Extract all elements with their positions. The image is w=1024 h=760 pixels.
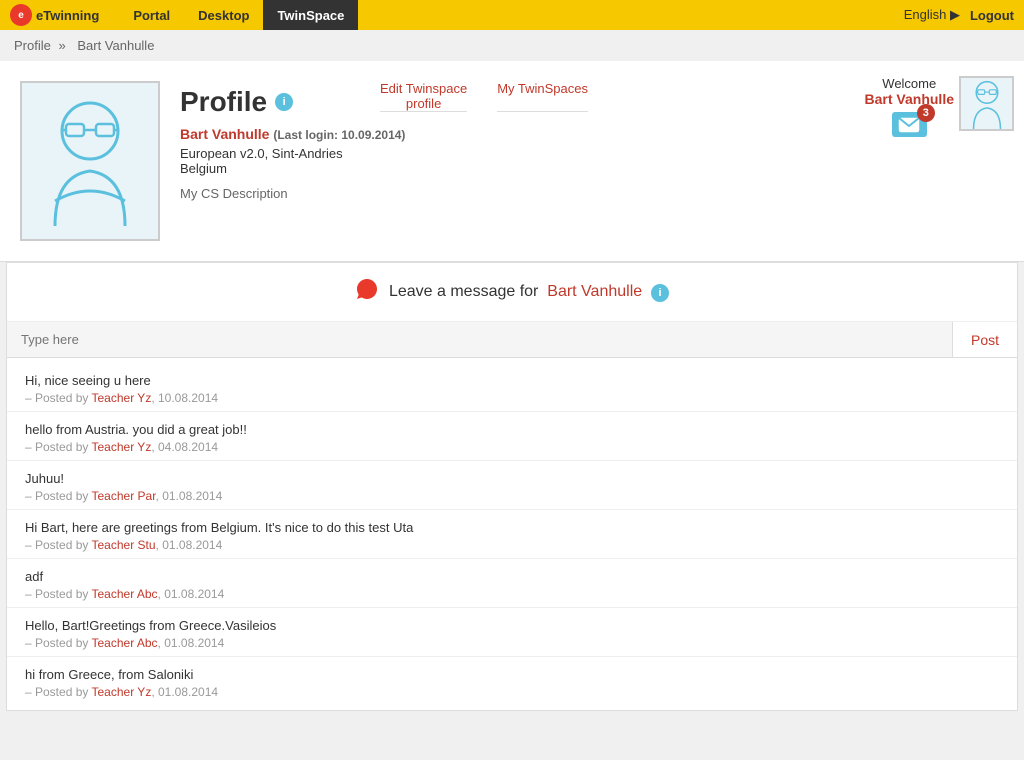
profile-location: European v2.0, Sint-Andries [180,146,1004,161]
profile-avatar-small [959,76,1014,131]
message-meta: – Posted by Teacher Yz, 01.08.2014 [25,685,999,699]
message-item: Hello, Bart!Greetings from Greece.Vasile… [7,608,1017,657]
message-author[interactable]: Teacher Yz [92,685,152,699]
logo-text: eTwinning [36,8,99,23]
message-author[interactable]: Teacher Par [92,489,156,503]
profile-info-icon[interactable]: i [275,93,293,111]
message-author[interactable]: Teacher Yz [92,440,152,454]
logout-button[interactable]: Logout [970,8,1014,23]
message-text: Hi Bart, here are greetings from Belgium… [25,520,999,535]
message-text: hello from Austria. you did a great job!… [25,422,999,437]
message-author[interactable]: Teacher Stu [92,538,156,552]
welcome-area: Welcome Bart Vanhulle 3 [865,76,954,137]
profile-description: My CS Description [180,186,1004,201]
message-title: Leave a message for Bart Vanhulle i [389,283,669,302]
comment-icon [355,277,379,307]
language-selector[interactable]: English ▶ [904,7,960,23]
mail-badge[interactable]: 3 [892,112,927,137]
message-meta: – Posted by Teacher Yz, 10.08.2014 [25,391,999,405]
message-item: hello from Austria. you did a great job!… [7,412,1017,461]
section-wrapper: Leave a message for Bart Vanhulle i Post… [0,262,1024,721]
message-meta: – Posted by Teacher Abc, 01.08.2014 [25,587,999,601]
profile-section: Profile i Bart Vanhulle (Last login: 10.… [0,61,1024,262]
message-meta: – Posted by Teacher Stu, 01.08.2014 [25,538,999,552]
profile-links: Edit Twinspace profile My TwinSpaces [380,81,588,112]
avatar [20,81,160,241]
mail-count: 3 [917,104,935,122]
message-input[interactable] [7,322,952,357]
profile-country: Belgium [180,161,1004,176]
nav-right: English ▶ Logout [904,7,1014,23]
breadcrumb: Profile » Bart Vanhulle [0,30,1024,61]
nav-twinspace[interactable]: TwinSpace [263,0,358,30]
breadcrumb-current: Bart Vanhulle [77,38,154,53]
welcome-name: Bart Vanhulle [865,91,954,107]
message-text: Hello, Bart!Greetings from Greece.Vasile… [25,618,999,633]
message-section: Leave a message for Bart Vanhulle i Post… [6,262,1018,711]
breadcrumb-separator: » [58,38,65,53]
message-text: Juhuu! [25,471,999,486]
breadcrumb-profile[interactable]: Profile [14,38,51,53]
last-login: (Last login: 10.09.2014) [273,128,405,142]
message-item: Hi, nice seeing u here – Posted by Teach… [7,363,1017,412]
logo-icon: e [10,4,32,26]
message-item: Juhuu! – Posted by Teacher Par, 01.08.20… [7,461,1017,510]
nav-items: Portal Desktop TwinSpace [119,0,358,30]
message-item: adf – Posted by Teacher Abc, 01.08.2014 [7,559,1017,608]
logo[interactable]: e eTwinning [10,4,99,26]
message-item: hi from Greece, from Saloniki – Posted b… [7,657,1017,705]
message-target-name: Bart Vanhulle [547,283,642,300]
message-input-area: Post [7,322,1017,358]
message-meta: – Posted by Teacher Yz, 04.08.2014 [25,440,999,454]
message-header: Leave a message for Bart Vanhulle i [7,263,1017,322]
message-text: hi from Greece, from Saloniki [25,667,999,682]
post-button[interactable]: Post [952,322,1017,357]
message-author[interactable]: Teacher Abc [92,636,158,650]
message-text: Hi, nice seeing u here [25,373,999,388]
my-twinspaces-link[interactable]: My TwinSpaces [497,81,588,112]
message-author[interactable]: Teacher Abc [92,587,158,601]
message-info-icon[interactable]: i [651,284,669,302]
edit-twinspace-link[interactable]: Edit Twinspace profile [380,81,467,112]
welcome-text: Welcome [865,76,954,91]
messages-list: Hi, nice seeing u here – Posted by Teach… [7,358,1017,710]
nav-desktop[interactable]: Desktop [184,0,263,30]
message-author[interactable]: Teacher Yz [92,391,152,405]
message-meta: – Posted by Teacher Abc, 01.08.2014 [25,636,999,650]
message-item: Hi Bart, here are greetings from Belgium… [7,510,1017,559]
message-meta: – Posted by Teacher Par, 01.08.2014 [25,489,999,503]
top-nav: e eTwinning Portal Desktop TwinSpace Eng… [0,0,1024,30]
message-text: adf [25,569,999,584]
nav-portal[interactable]: Portal [119,0,184,30]
